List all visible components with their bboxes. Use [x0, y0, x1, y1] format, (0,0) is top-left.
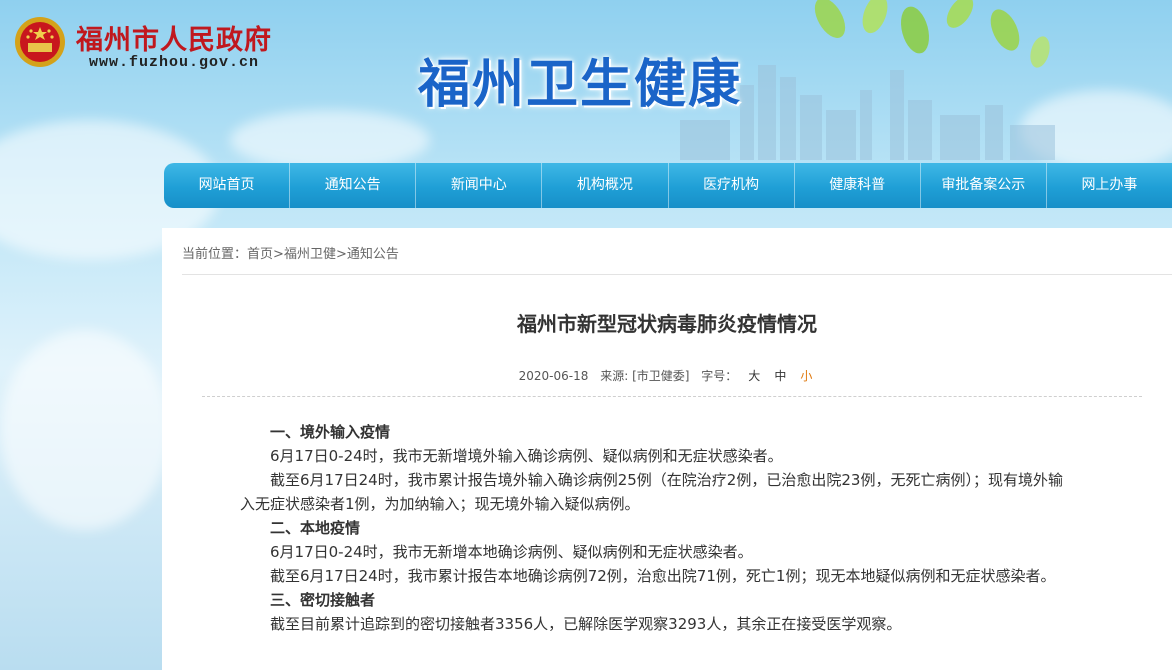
main-nav: 网站首页 通知公告 新闻中心 机构概况 医疗机构 健康科普 审批备案公示 网上办… [164, 163, 1172, 208]
divider [202, 396, 1142, 397]
background-cloud [0, 330, 170, 530]
nav-item-approval-publicity[interactable]: 审批备案公示 [921, 163, 1047, 208]
breadcrumb-link-health[interactable]: 福州卫健 [284, 247, 336, 262]
nav-item-online-services[interactable]: 网上办事 [1047, 163, 1172, 208]
breadcrumb-separator: > [273, 247, 284, 262]
font-size-label: 字号： [701, 369, 738, 383]
breadcrumb-link-home[interactable]: 首页 [247, 247, 273, 262]
section-heading: 三、密切接触者 [270, 591, 376, 609]
article-body: 一、境外输入疫情 6月17日0-24时，我市无新增境外输入确诊病例、疑似病例和无… [240, 420, 1120, 636]
font-size-large-button[interactable]: 大 [748, 369, 760, 383]
paragraph: 截至6月17日24时，我市累计报告境外输入确诊病例25例（在院治疗2例，已治愈出… [270, 471, 1063, 489]
nav-item-medical-institutions[interactable]: 医疗机构 [669, 163, 795, 208]
paragraph: 6月17日0-24时，我市无新增境外输入确诊病例、疑似病例和无症状感染者。 [270, 447, 783, 465]
section-heading: 一、境外输入疫情 [270, 423, 391, 441]
content-panel: 当前位置：首页>福州卫健>通知公告 福州市新型冠状病毒肺炎疫情情况 2020-0… [162, 228, 1172, 670]
nav-item-home[interactable]: 网站首页 [164, 163, 291, 208]
paragraph: 6月17日0-24时，我市无新增本地确诊病例、疑似病例和无症状感染者。 [270, 543, 753, 561]
paragraph: 入无症状感染者1例，为加纳输入；现无境外输入疑似病例。 [240, 495, 640, 513]
font-size-medium-button[interactable]: 中 [774, 369, 786, 383]
nav-item-health-science[interactable]: 健康科普 [795, 163, 921, 208]
breadcrumb-prefix: 当前位置： [182, 247, 248, 262]
site-title: 福州卫生健康 [418, 55, 743, 115]
paragraph: 截至目前累计追踪到的密切接触者3356人，已解除医学观察3293人，其余正在接受… [270, 615, 902, 633]
national-emblem-icon [15, 17, 65, 67]
divider [182, 274, 1172, 275]
font-size-small-button[interactable]: 小 [800, 369, 812, 383]
article-date: 2020-06-18 [518, 369, 589, 383]
breadcrumb-separator: > [335, 247, 347, 262]
article-source: 来源: [市卫健委] [600, 369, 690, 383]
gov-site-name[interactable]: 福州市人民政府 [76, 18, 272, 57]
breadcrumb: 当前位置：首页>福州卫健>通知公告 [182, 243, 399, 262]
article-meta: 2020-06-18 来源: [市卫健委] 字号： 大中小 [162, 367, 1172, 384]
nav-item-notices[interactable]: 通知公告 [290, 163, 417, 208]
breadcrumb-link-notices[interactable]: 通知公告 [347, 247, 399, 262]
gov-site-url[interactable]: www.fuzhou.gov.cn [89, 54, 259, 71]
nav-item-news[interactable]: 新闻中心 [416, 163, 543, 208]
article-title: 福州市新型冠状病毒肺炎疫情情况 [517, 312, 817, 336]
paragraph: 截至6月17日24时，我市累计报告本地确诊病例72例，治愈出院71例，死亡1例；… [270, 567, 1056, 585]
section-heading: 二、本地疫情 [270, 519, 361, 537]
nav-item-organization[interactable]: 机构概况 [542, 163, 669, 208]
site-header: 福州市人民政府 www.fuzhou.gov.cn 福州卫生健康 [0, 0, 1172, 162]
